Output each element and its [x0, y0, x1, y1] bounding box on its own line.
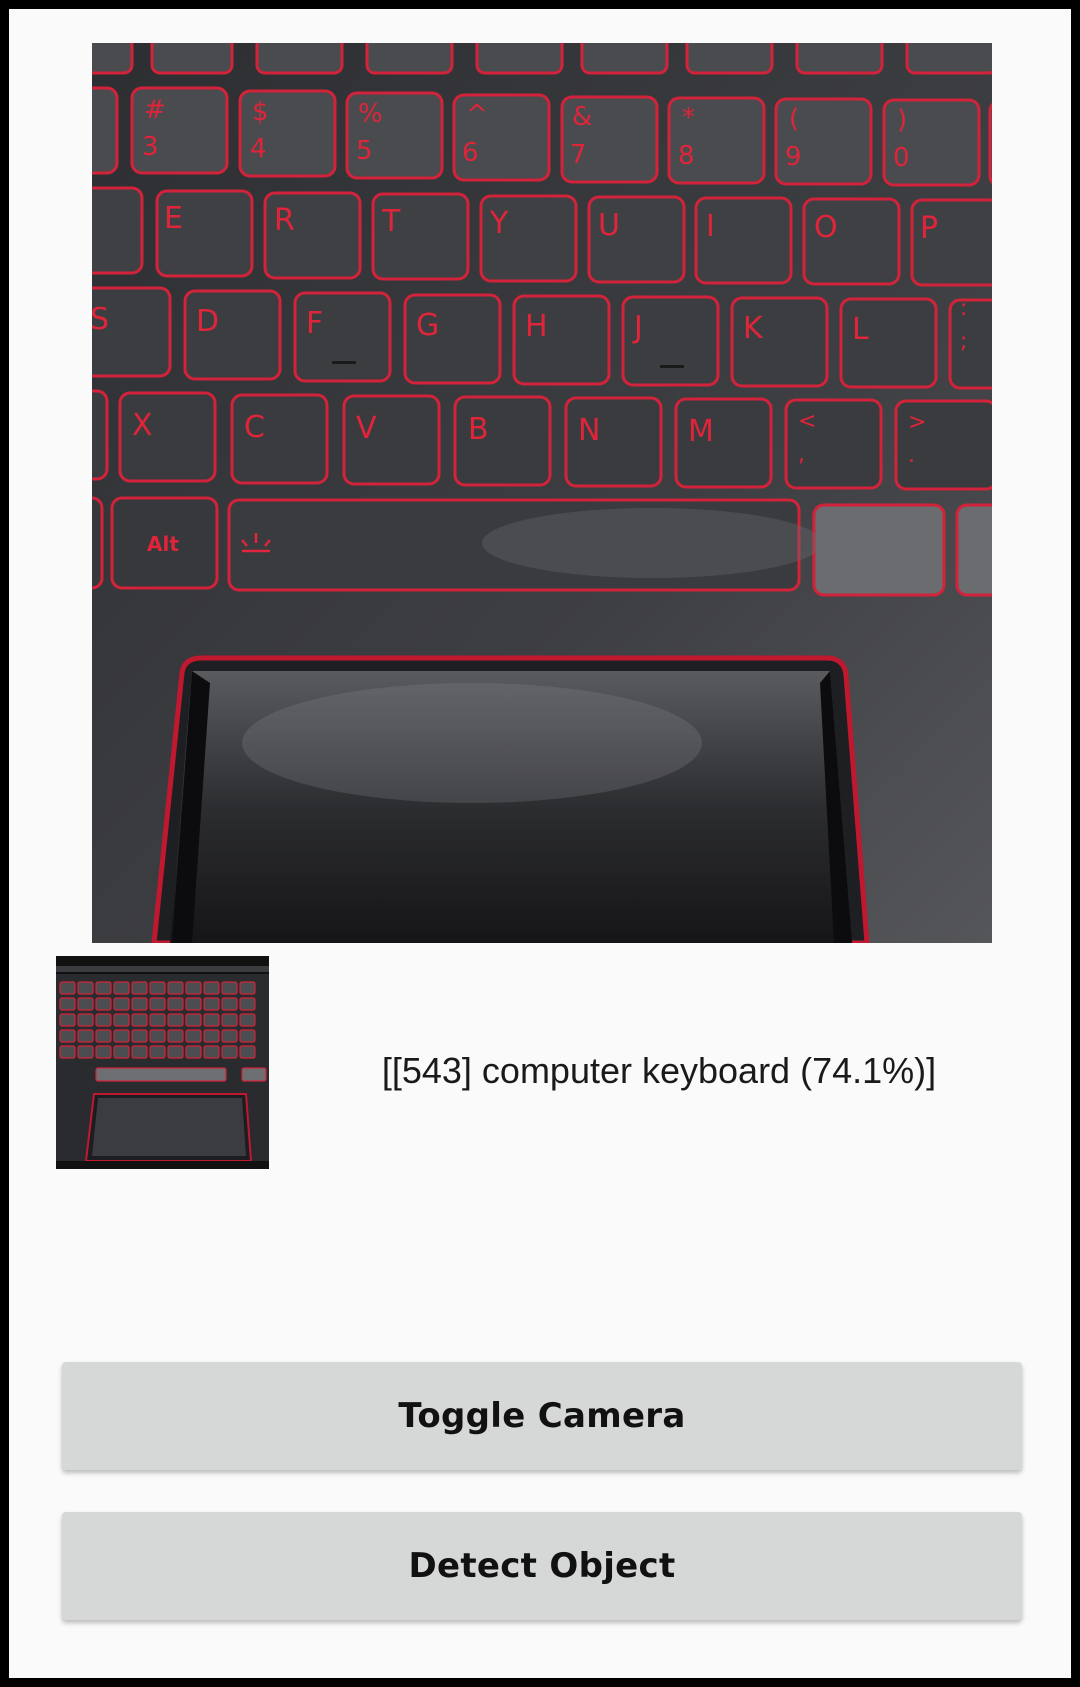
- svg-text:F: F: [306, 306, 323, 341]
- svg-text:#: #: [144, 95, 166, 125]
- svg-text:%: %: [358, 99, 383, 129]
- svg-text:E: E: [164, 201, 183, 236]
- keyboard-thumbnail-photo: [56, 956, 269, 1169]
- svg-text:J: J: [632, 310, 643, 345]
- svg-text:S: S: [92, 302, 109, 337]
- svg-text:3: 3: [142, 132, 159, 162]
- svg-text:0: 0: [893, 143, 910, 173]
- svg-text:N: N: [578, 413, 600, 448]
- svg-text:.: .: [908, 443, 915, 468]
- svg-text:H: H: [525, 309, 548, 344]
- svg-text:): ): [897, 105, 907, 135]
- svg-text:,: ,: [798, 442, 805, 467]
- app-screen: # 3 $ 4 % 5 ^ 6 & 7 * 8 ( 9 ) 0 E R T Y …: [9, 9, 1071, 1678]
- svg-text:*: *: [682, 103, 695, 133]
- svg-text:U: U: [598, 208, 620, 243]
- svg-text:5: 5: [356, 136, 373, 166]
- detect-object-button[interactable]: Detect Object: [62, 1512, 1022, 1620]
- svg-text:(: (: [789, 104, 799, 134]
- toggle-camera-button[interactable]: Toggle Camera: [62, 1362, 1022, 1470]
- svg-text:4: 4: [250, 134, 267, 164]
- svg-text:R: R: [274, 203, 295, 238]
- svg-text:D: D: [196, 304, 219, 339]
- svg-text:K: K: [743, 311, 764, 346]
- svg-text:O: O: [814, 210, 838, 245]
- svg-text:^: ^: [466, 100, 488, 130]
- captured-thumbnail: [56, 956, 269, 1169]
- svg-text:P: P: [920, 211, 938, 246]
- svg-text:V: V: [356, 411, 377, 446]
- svg-text:&: &: [572, 102, 592, 132]
- svg-text:7: 7: [570, 140, 587, 170]
- svg-text:X: X: [132, 408, 153, 443]
- svg-text:L: L: [852, 312, 869, 347]
- svg-text:B: B: [468, 412, 489, 447]
- svg-text:9: 9: [785, 142, 802, 172]
- svg-text:I: I: [706, 209, 715, 244]
- svg-text::: :: [960, 296, 967, 321]
- svg-text:C: C: [244, 410, 265, 445]
- svg-text:M: M: [688, 414, 714, 449]
- svg-text:Alt: Alt: [147, 532, 179, 556]
- svg-text:G: G: [416, 308, 439, 343]
- svg-text:6: 6: [462, 138, 479, 168]
- svg-text:$: $: [252, 97, 269, 127]
- svg-text:Y: Y: [489, 206, 509, 241]
- svg-text:8: 8: [678, 141, 695, 171]
- svg-text:T: T: [381, 204, 401, 239]
- keyboard-photo: # 3 $ 4 % 5 ^ 6 & 7 * 8 ( 9 ) 0 E R T Y …: [92, 43, 992, 943]
- svg-text:>: >: [908, 410, 926, 435]
- svg-text:;: ;: [960, 329, 967, 354]
- camera-preview: # 3 $ 4 % 5 ^ 6 & 7 * 8 ( 9 ) 0 E R T Y …: [92, 43, 992, 943]
- detection-result: [[543] computer keyboard (74.1%)]: [381, 1050, 937, 1091]
- svg-text:<: <: [798, 409, 816, 434]
